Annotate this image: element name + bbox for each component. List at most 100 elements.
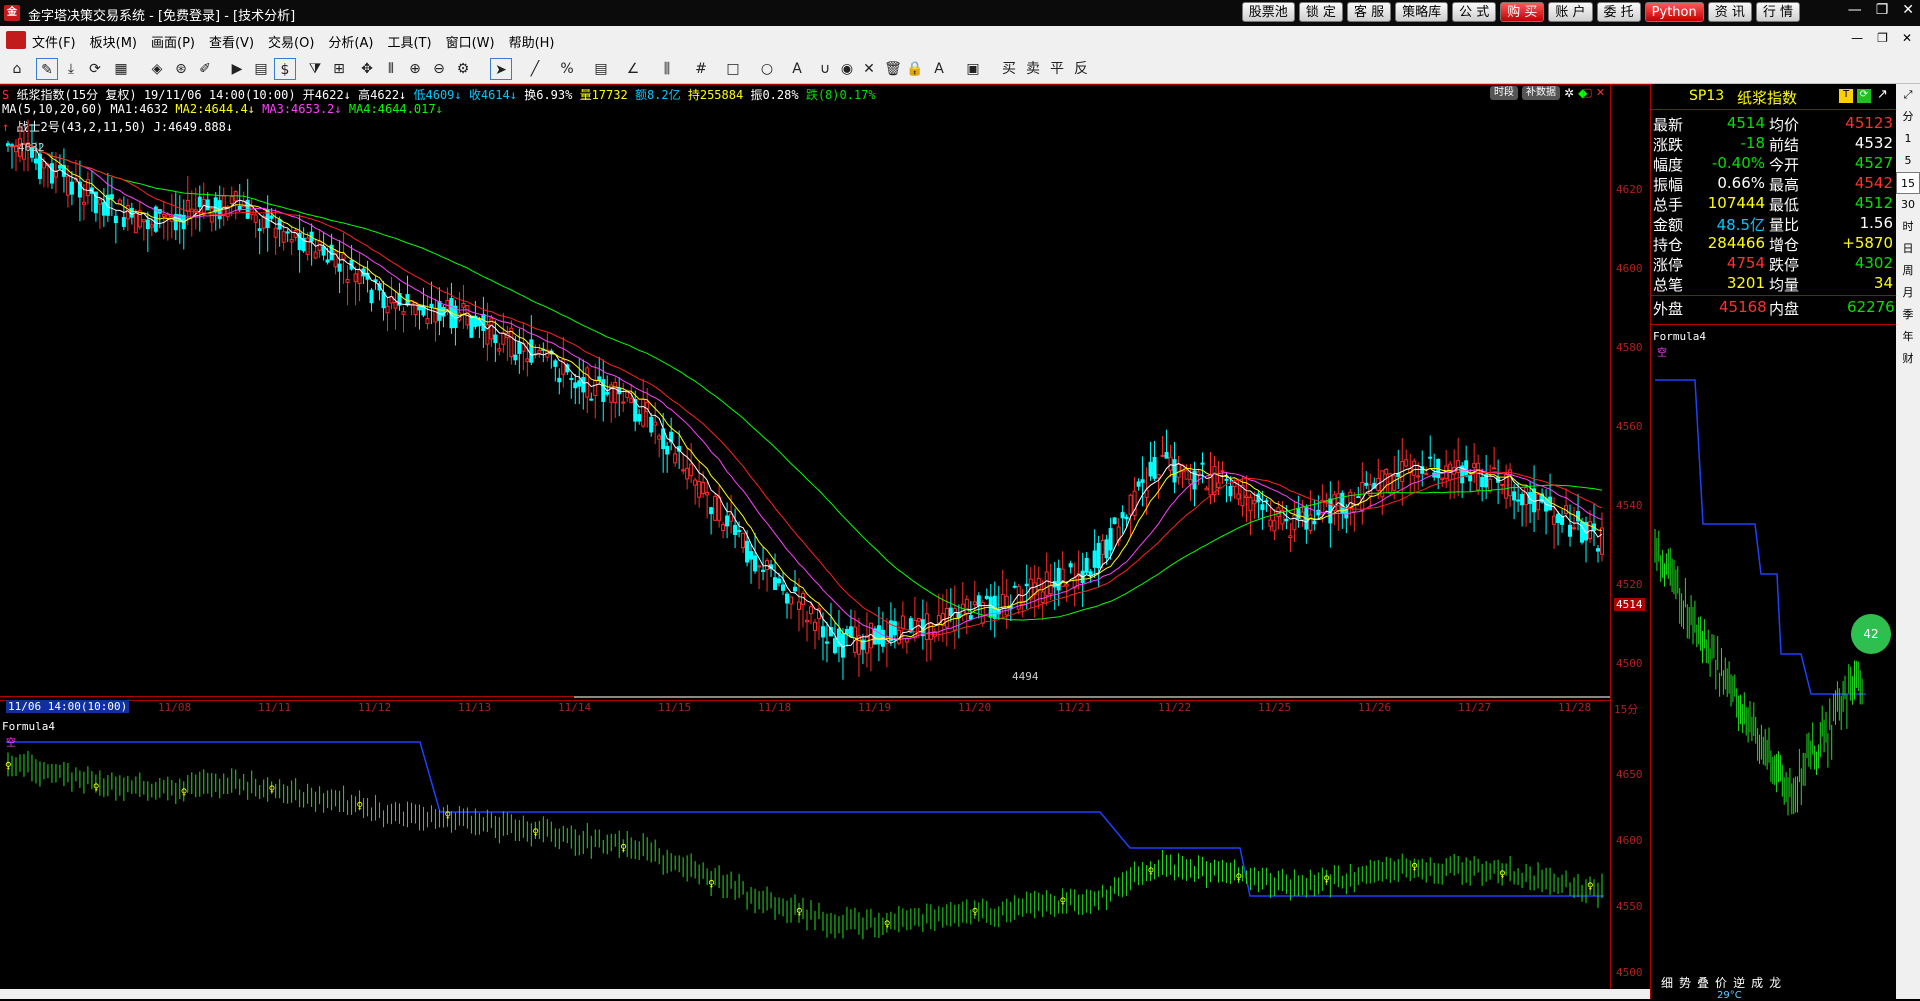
- tab-detail[interactable]: 细: [1661, 974, 1673, 991]
- period-item[interactable]: 30: [1896, 194, 1920, 216]
- period-item[interactable]: 5: [1896, 150, 1920, 172]
- period-item[interactable]: 周: [1896, 260, 1920, 282]
- home-icon[interactable]: ⌂: [6, 58, 28, 80]
- candle-body: [972, 601, 977, 606]
- refresh-icon[interactable]: ⟳: [1857, 89, 1871, 103]
- lock-button[interactable]: 锁 定: [1298, 2, 1343, 22]
- percent-tool-icon[interactable]: %: [556, 58, 578, 80]
- menu-view[interactable]: 查看(V): [209, 32, 254, 51]
- account-button[interactable]: 账 户: [1548, 2, 1593, 22]
- order-button[interactable]: 委 托: [1596, 2, 1641, 22]
- period-item[interactable]: 日: [1896, 238, 1920, 260]
- menu-trade[interactable]: 交易(O): [268, 32, 314, 51]
- period-item[interactable]: 季: [1896, 304, 1920, 326]
- candle-body: [1004, 595, 1009, 616]
- trash-icon[interactable]: 🗑: [882, 58, 904, 80]
- ellipse-tool-icon[interactable]: ○: [756, 58, 778, 80]
- mdi-close-icon[interactable]: ✕: [1902, 31, 1912, 45]
- angle-tool-icon[interactable]: ∠: [622, 58, 644, 80]
- news-button[interactable]: 资 讯: [1707, 2, 1752, 22]
- python-button[interactable]: Python: [1644, 2, 1704, 22]
- market-button[interactable]: 行 情: [1755, 2, 1800, 22]
- tab-price[interactable]: 价: [1715, 974, 1727, 991]
- close-pos-icon[interactable]: 平: [1046, 58, 1068, 80]
- compass-icon[interactable]: ◈: [146, 58, 168, 80]
- menu-help[interactable]: 帮助(H): [509, 32, 555, 51]
- period-item[interactable]: 财: [1896, 348, 1920, 370]
- t-icon[interactable]: T: [1839, 89, 1853, 103]
- service-button[interactable]: 客 服: [1346, 2, 1392, 22]
- eye-icon[interactable]: ◉: [836, 58, 858, 80]
- period-item-selected[interactable]: 15: [1896, 172, 1920, 194]
- menu-tools[interactable]: 工具(T): [387, 32, 431, 51]
- menu-analysis[interactable]: 分析(A): [328, 32, 373, 51]
- magnet-icon[interactable]: ∪: [814, 58, 836, 80]
- menu-window[interactable]: 窗口(W): [446, 32, 495, 51]
- sync-icon[interactable]: ⟳: [84, 58, 106, 80]
- period-item[interactable]: 月: [1896, 282, 1920, 304]
- draw-pen-icon[interactable]: ✎: [36, 58, 58, 80]
- gann-tool-icon[interactable]: #: [690, 58, 712, 80]
- menu-view-layout[interactable]: 画面(P): [151, 32, 195, 51]
- pointer-icon[interactable]: ➤: [490, 58, 512, 80]
- sell-tool-icon[interactable]: 卖: [1022, 58, 1044, 80]
- candle-body: [573, 382, 578, 389]
- mdi-minimize-icon[interactable]: —: [1851, 31, 1863, 45]
- tab-deal[interactable]: 成: [1751, 974, 1763, 991]
- maximize-icon[interactable]: ❐: [1876, 2, 1889, 18]
- lock-icon[interactable]: 🔒: [904, 58, 926, 80]
- stock-pool-button[interactable]: 股票池: [1241, 2, 1295, 22]
- text-tool-icon[interactable]: A: [786, 58, 808, 80]
- zoom-out-icon[interactable]: ⊖: [428, 58, 450, 80]
- period-item[interactable]: 1: [1896, 128, 1920, 150]
- color-icon[interactable]: A: [928, 58, 950, 80]
- bottom-tab-strip[interactable]: [0, 989, 1650, 999]
- edit-icon[interactable]: ✐: [194, 58, 216, 80]
- floating-badge[interactable]: 42: [1851, 614, 1891, 654]
- rect-tool-icon[interactable]: □: [722, 58, 744, 80]
- quote-row: 最新 4514 均价 45123: [1651, 114, 1897, 134]
- delete-icon[interactable]: ✕: [858, 58, 880, 80]
- buy-button[interactable]: 购 买: [1500, 2, 1545, 22]
- price-tick: 4500: [1616, 657, 1643, 670]
- zoom-in-icon[interactable]: ⊕: [404, 58, 426, 80]
- download-icon[interactable]: ⤓: [60, 58, 82, 80]
- menu-sector[interactable]: 板块(M): [90, 32, 137, 51]
- save-icon[interactable]: ▣: [962, 58, 984, 80]
- tab-overlay[interactable]: 叠: [1697, 974, 1709, 991]
- chart-sync-icon[interactable]: ⊛: [170, 58, 192, 80]
- mini-chart[interactable]: [1651, 354, 1897, 984]
- formula-button[interactable]: 公 式: [1452, 2, 1497, 22]
- quote-arrow-icon[interactable]: ↗: [1877, 87, 1888, 102]
- strategy-button[interactable]: 策略库: [1395, 2, 1449, 22]
- close-icon[interactable]: ✕: [1902, 2, 1914, 18]
- outer-label: 外盘: [1653, 300, 1684, 318]
- period-item[interactable]: 年: [1896, 326, 1920, 348]
- mdi-restore-icon[interactable]: ❐: [1877, 31, 1888, 45]
- ruler-icon[interactable]: ⫴: [380, 58, 402, 80]
- play-icon[interactable]: ▶: [226, 58, 248, 80]
- period-tool-icon[interactable]: ⫼: [656, 58, 678, 80]
- filter-icon[interactable]: ⧩: [304, 58, 326, 80]
- candle-body: [537, 349, 542, 355]
- period-item[interactable]: 时: [1896, 216, 1920, 238]
- reverse-icon[interactable]: 反: [1070, 58, 1092, 80]
- line-tool-icon[interactable]: ╱: [524, 58, 546, 80]
- document-icon[interactable]: ▤: [250, 58, 272, 80]
- period-item[interactable]: 分: [1896, 106, 1920, 128]
- tab-dragon[interactable]: 龙: [1769, 974, 1781, 991]
- tab-trend[interactable]: 势: [1679, 974, 1691, 991]
- move-icon[interactable]: ✥: [356, 58, 378, 80]
- buy-tool-icon[interactable]: 买: [998, 58, 1020, 80]
- minimize-icon[interactable]: —: [1848, 2, 1862, 18]
- menu-file[interactable]: 文件(F): [32, 32, 76, 51]
- tab-reverse[interactable]: 逆: [1733, 974, 1745, 991]
- dollar-icon[interactable]: $: [274, 58, 296, 80]
- layout-icon[interactable]: ▦: [110, 58, 132, 80]
- period-icon[interactable]: ⤢: [1896, 84, 1920, 106]
- kline-chart[interactable]: ♀ ♀ ♀ ♀ ♀ ♀ ♀ ♀ ♀ ♀ ♀ ♀ ♀ ♀ ♀ ♀ ♀ ♀ ♀: [0, 84, 1610, 989]
- settings-icon[interactable]: ⚙: [452, 58, 474, 80]
- channel-tool-icon[interactable]: ▤: [590, 58, 612, 80]
- grid-icon[interactable]: ⊞: [328, 58, 350, 80]
- chart-area[interactable]: S 纸浆指数(15分 复权) 19/11/06 14:00(10:00) 开46…: [0, 84, 1920, 999]
